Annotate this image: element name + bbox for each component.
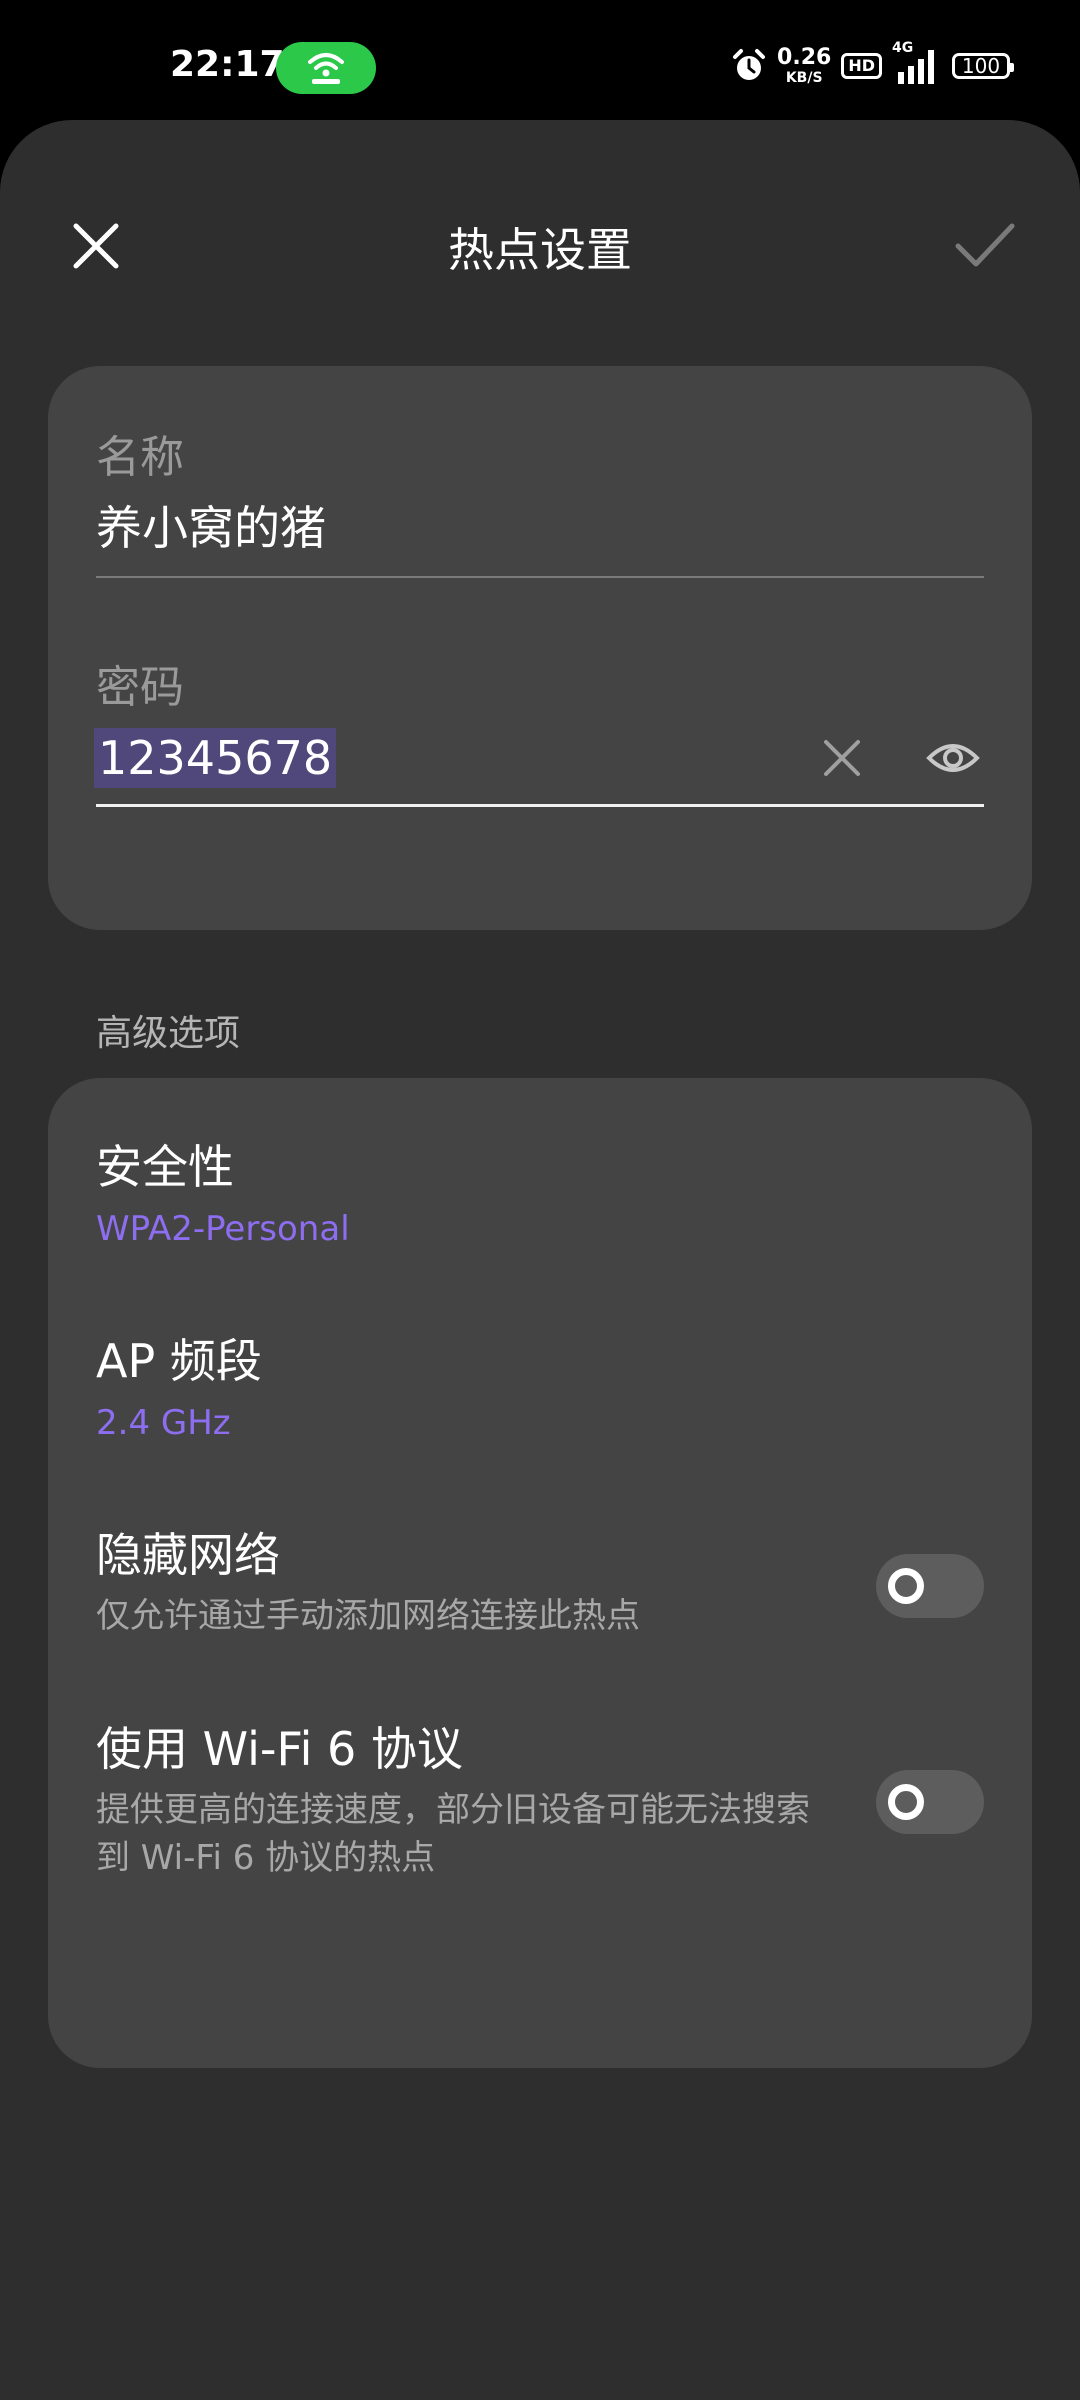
password-label: 密码 — [96, 662, 184, 713]
name-value: 养小窝的猪 — [96, 501, 326, 555]
signal-icon: 4G — [892, 40, 942, 86]
hide-network-toggle[interactable] — [876, 1554, 984, 1618]
wifi6-row[interactable]: 使用 Wi-Fi 6 协议 提供更高的连接速度，部分旧设备可能无法搜索到 Wi-… — [96, 1718, 984, 1908]
name-input[interactable]: 养小窝的猪 — [96, 488, 984, 568]
hide-network-row[interactable]: 隐藏网络 仅允许通过手动添加网络连接此热点 — [96, 1524, 984, 1654]
password-field[interactable]: 密码 12345678 — [94, 658, 984, 807]
network-speed: 0.26 KB/S — [777, 45, 832, 86]
security-value: WPA2-Personal — [96, 1209, 350, 1249]
ap-band-row[interactable]: AP 频段 2.4 GHz — [96, 1330, 984, 1448]
status-bar: 22:17 0.26 KB/S HD 4G 100 — [0, 0, 1080, 118]
hide-network-desc: 仅允许通过手动添加网络连接此热点 — [96, 1596, 640, 1636]
hotspot-icon — [308, 53, 344, 84]
security-title: 安全性 — [96, 1140, 234, 1194]
confirm-button[interactable] — [952, 212, 1018, 278]
page-title: 热点设置 — [448, 223, 632, 277]
hotspot-settings-sheet: 热点设置 名称 养小窝的猪 密码 12345678 高级选项 安全性 WPA2-… — [0, 120, 1080, 2400]
password-underline — [96, 804, 984, 807]
battery-icon: 100 — [952, 53, 1014, 79]
header: 热点设置 — [0, 120, 1080, 360]
wifi6-toggle[interactable] — [876, 1770, 984, 1834]
hd-badge: HD — [841, 53, 882, 79]
toggle-knob — [888, 1568, 924, 1604]
hotspot-active-indicator[interactable] — [276, 42, 376, 94]
wifi6-title: 使用 Wi-Fi 6 协议 — [96, 1722, 463, 1776]
hide-network-title: 隐藏网络 — [96, 1528, 280, 1582]
ap-band-title: AP 频段 — [96, 1334, 262, 1388]
hotspot-credentials-card: 名称 养小窝的猪 密码 12345678 — [48, 366, 1032, 930]
name-label: 名称 — [96, 432, 184, 483]
clear-icon[interactable] — [820, 736, 864, 780]
show-password-icon[interactable] — [926, 736, 980, 780]
name-field[interactable]: 名称 养小窝的猪 — [96, 428, 984, 578]
alarm-icon — [733, 49, 766, 80]
password-value: 12345678 — [94, 728, 337, 788]
name-underline — [96, 576, 984, 578]
ap-band-value: 2.4 GHz — [96, 1403, 231, 1443]
check-icon — [955, 223, 1015, 267]
wifi6-desc: 提供更高的连接速度，部分旧设备可能无法搜索到 Wi-Fi 6 协议的热点 — [96, 1790, 810, 1878]
security-row[interactable]: 安全性 WPA2-Personal — [96, 1136, 984, 1254]
status-time: 22:17 — [170, 44, 285, 85]
section-label-advanced: 高级选项 — [96, 1013, 241, 1054]
advanced-options-card: 安全性 WPA2-Personal AP 频段 2.4 GHz 隐藏网络 仅允许… — [48, 1078, 1032, 2068]
password-input[interactable]: 12345678 — [94, 718, 984, 798]
toggle-knob — [888, 1784, 924, 1820]
